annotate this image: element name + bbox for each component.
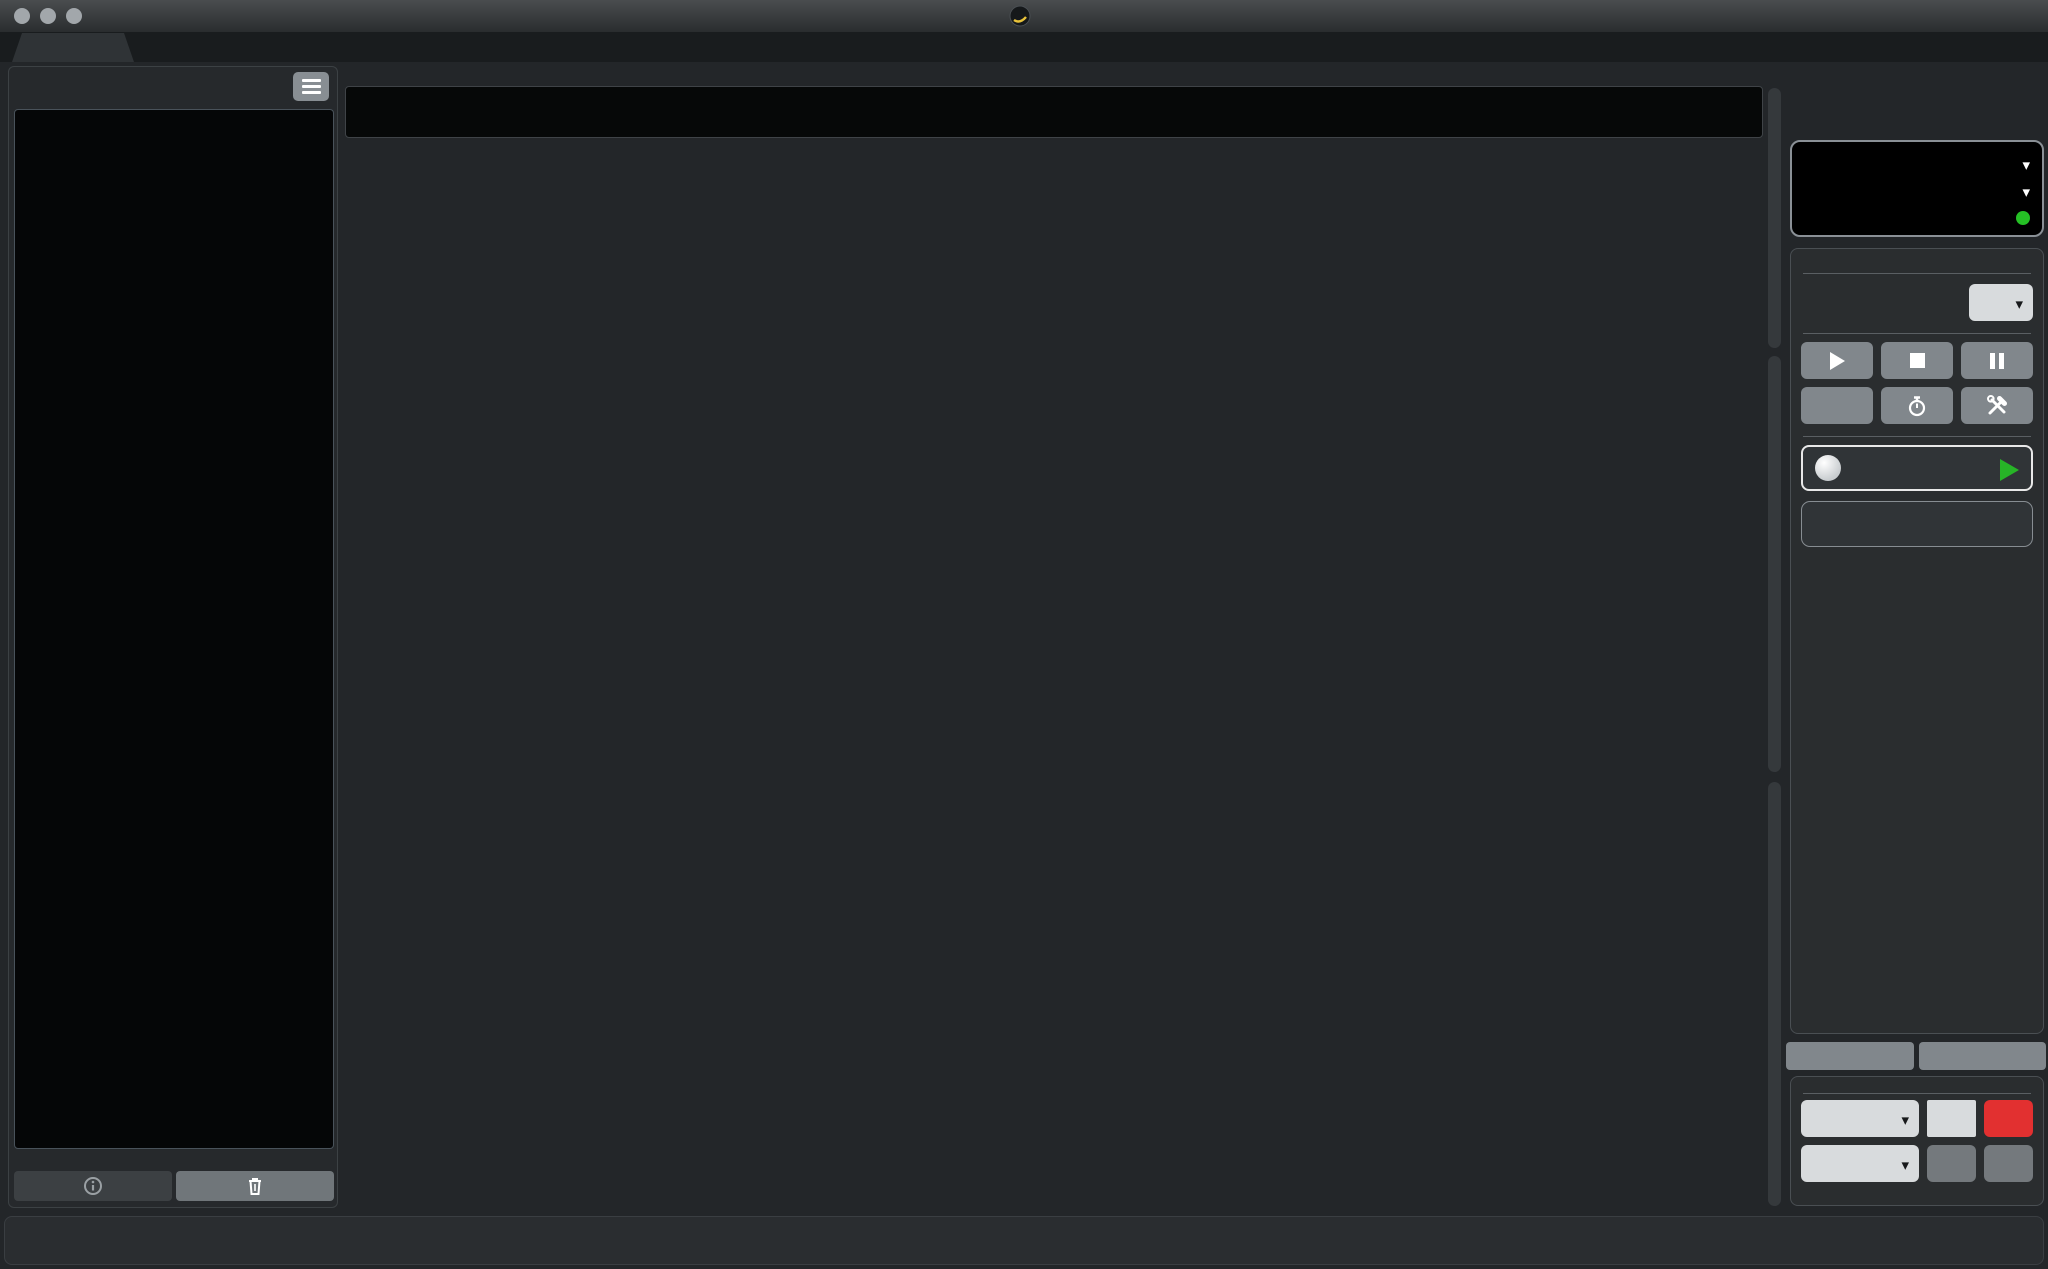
signal-generator-title [1801,1085,2033,1091]
tab-bar [0,32,2048,62]
data-library-sidebar [8,66,338,1208]
trash-icon [249,1178,261,1195]
app-title [0,0,2048,32]
info-button[interactable] [14,1171,172,1201]
timer-capture-button[interactable] [1881,387,1953,424]
stop-icon [1909,353,1925,368]
level-minus-button[interactable] [1927,1145,1976,1182]
view-button[interactable] [1786,1042,1914,1070]
stop-button[interactable] [1881,342,1953,379]
stopwatch-icon [1908,395,1926,416]
generator-on-button[interactable] [1984,1100,2033,1137]
averaging-depth-select[interactable] [1969,284,2033,321]
mode-buttons [1790,88,2044,126]
app-logo-icon [1009,5,1031,27]
tf-panel-title [1801,257,2033,271]
signal-status-indicator [2016,210,2030,225]
level-plus-button[interactable] [1984,1145,2033,1182]
tools-icon [1987,394,2007,414]
play-icon [1829,351,1845,370]
sidebar-menu-button[interactable] [293,72,329,101]
generator-level-display [1927,1100,1976,1137]
info-icon [84,1177,102,1195]
play-icon[interactable] [2000,459,2019,481]
meter-unit-select[interactable] [2008,177,2030,204]
smaart-window [0,0,2048,1269]
transfer-function-panel [1790,248,2044,1034]
signal-type-select[interactable] [1801,1100,1919,1137]
input-level-meter [1790,140,2044,237]
tab-default[interactable] [12,33,134,62]
meter-max [2008,204,2030,231]
pane-scroll-strip[interactable] [1768,356,1781,772]
session-tree [14,109,334,1149]
pane-scroll-strip[interactable] [1768,782,1781,1206]
timer-button[interactable] [1918,1042,2046,1070]
pane-scroll-strip[interactable] [1768,88,1781,348]
meter-input-select[interactable] [2008,150,2030,177]
add-tf-engine-button[interactable] [1801,501,2033,547]
chevron-down-icon [2015,291,2023,315]
pause-icon [1990,352,2004,369]
all-mic-tf-row[interactable] [1801,445,2033,491]
all-trace-color-ball [1815,455,1841,481]
control-bar [4,1216,2044,1265]
chevron-down-icon [2022,179,2030,203]
titlebar [0,0,2048,32]
chevron-down-icon [2022,152,2030,176]
measurement-settings-button[interactable] [1961,387,2033,424]
generator-output-select[interactable] [1801,1145,1919,1182]
track-button[interactable] [1801,387,1873,424]
cursor-readout-bar [345,86,1763,138]
pause-button[interactable] [1961,342,2033,379]
delete-button[interactable] [176,1171,334,1201]
signal-generator-panel [1790,1076,2044,1206]
chevron-down-icon [1901,1107,1909,1131]
play-button[interactable] [1801,342,1873,379]
chevron-down-icon [1901,1152,1909,1176]
